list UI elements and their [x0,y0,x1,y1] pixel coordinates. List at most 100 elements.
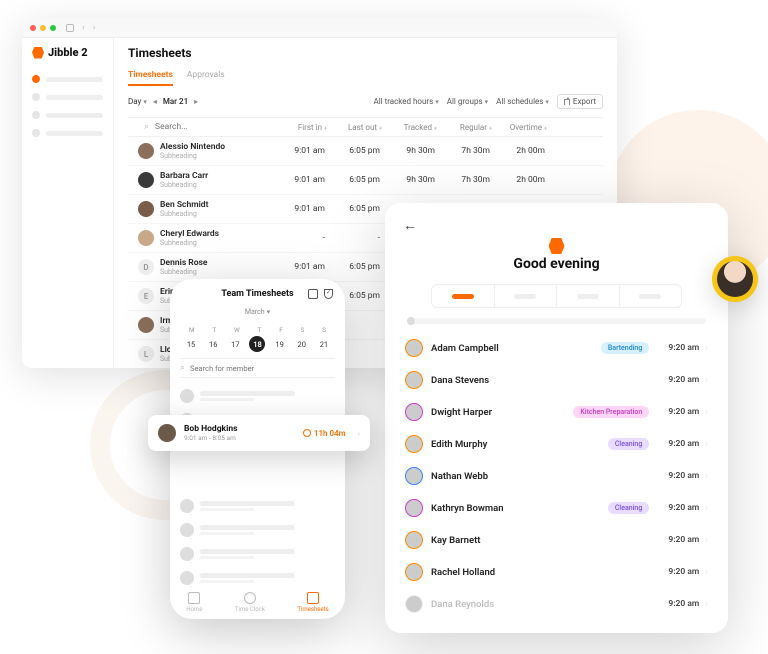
weekday-label: M [189,326,195,334]
back-button[interactable]: ← [403,217,710,234]
member-row[interactable]: Kathryn BowmanCleaning9:20 am› [403,492,710,524]
avatar [138,143,154,159]
tab-approvals[interactable]: Approvals [187,70,225,86]
segment-2[interactable] [495,285,558,307]
list-item[interactable] [180,566,335,590]
cell-first-in: 9:01 am [270,262,325,272]
member-name: Rachel Holland [431,567,657,578]
col-tracked[interactable]: Tracked♦ [382,123,437,132]
clock-icon [303,429,311,437]
shield-check-icon[interactable] [324,289,333,299]
date-cell[interactable]: 21 [316,336,332,352]
table-row[interactable]: Barbara CarrSubheading9:01 am6:05 pm9h 3… [128,166,603,195]
traffic-light-close-icon[interactable] [30,25,36,31]
date-next-icon[interactable]: ▸ [194,97,198,106]
member-name: Nathan Webb [431,471,657,482]
col-last-out[interactable]: Last out♦ [327,123,382,132]
member-row[interactable]: Adam CampbellBartending9:20 am› [403,332,710,364]
member-time: 9:20 am [657,535,699,545]
filter-groups[interactable]: All groups▾ [447,97,488,106]
nav-time-clock[interactable]: Time Clock [235,592,265,613]
date-cell[interactable]: 20 [294,336,310,352]
sidebar-item[interactable] [32,129,103,137]
export-icon [564,99,570,105]
phone-bottom-nav: Home Time Clock Timesheets [170,592,345,613]
chevron-right-icon: › [705,503,708,513]
search-input[interactable] [155,122,266,132]
date-cell[interactable]: 18 [249,336,265,352]
logo-text: Jibble 2 [48,46,88,59]
sidebar-item[interactable] [32,75,103,83]
member-row[interactable]: Edith MurphyCleaning9:20 am› [403,428,710,460]
chevron-right-icon: › [705,471,708,481]
progress-bar [407,318,706,324]
filter-hours[interactable]: All tracked hours▾ [374,97,439,106]
tab-timesheets[interactable]: Timesheets [128,70,173,86]
chevron-right-icon: › [705,407,708,417]
member-name: Kathryn Bowman [431,503,608,514]
date-cell[interactable]: 17 [227,336,243,352]
nav-home[interactable]: Home [186,592,202,613]
member-row[interactable]: Dana Stevens9:20 am› [403,364,710,396]
col-overtime[interactable]: Overtime♦ [492,123,547,132]
person-name: Dennis Rose [160,258,270,268]
weekday-label: F [279,326,283,334]
sidebar-toggle-icon[interactable] [66,24,74,32]
member-row[interactable]: Nathan Webb9:20 am› [403,460,710,492]
member-row[interactable]: Kay Barnett9:20 am› [403,524,710,556]
greeting-text: Good evening [403,256,710,272]
segment-4[interactable] [620,285,682,307]
avatar [138,201,154,217]
list-item[interactable] [180,384,335,408]
date-label[interactable]: Mar 21 [163,97,188,106]
segment-3[interactable] [557,285,620,307]
sidebar-item[interactable] [32,93,103,101]
filter-schedules[interactable]: All schedules▾ [496,97,549,106]
traffic-light-max-icon[interactable] [50,25,56,31]
segment-control [431,284,682,308]
sidebar-item[interactable] [32,111,103,119]
date-cell[interactable]: 15 [183,336,199,352]
member-name: Dwight Harper [431,407,573,418]
tabs: Timesheets Approvals [128,70,603,86]
traffic-light-min-icon[interactable] [40,25,46,31]
date-cell[interactable]: 16 [205,336,221,352]
cell-regular: 7h 30m [435,175,490,185]
segment-1[interactable] [432,285,495,307]
range-select[interactable]: Day▾ [128,97,147,106]
chevron-right-icon: › [705,343,708,353]
cell-last-out: 6:05 pm [325,262,380,272]
member-time: 9:20 am [657,503,699,513]
member-row[interactable]: Dana Reynolds9:20 am› [403,588,710,620]
person-sub: Subheading [160,181,270,189]
floating-avatar[interactable] [712,256,758,302]
avatar [717,261,753,297]
date-prev-icon[interactable]: ◂ [153,97,157,106]
avatar [158,424,176,442]
nav-timesheets[interactable]: Timesheets [297,592,328,613]
cell-regular: 7h 30m [435,146,490,156]
col-first-in[interactable]: First in♦ [272,123,327,132]
list-item[interactable] [180,518,335,542]
phone-month-select[interactable]: March▾ [245,308,270,316]
nav-fwd-icon[interactable]: › [93,23,96,33]
member-list: Adam CampbellBartending9:20 am›Dana Stev… [403,332,710,620]
cell-last-out: 6:05 pm [325,175,380,185]
export-button[interactable]: Export [557,94,603,109]
activity-badge: Bartending [601,342,649,354]
weekday-label: S [322,326,326,334]
list-item[interactable] [180,494,335,518]
app-logo: Jibble 2 [32,46,103,59]
list-item[interactable] [180,542,335,566]
phone-search-input[interactable] [190,364,335,373]
member-row[interactable]: Rachel Holland9:20 am› [403,556,710,588]
member-row[interactable]: Dwight HarperKitchen Preparation9:20 am› [403,396,710,428]
member-time: 9:20 am [657,439,699,449]
date-cell[interactable]: 19 [272,336,288,352]
member-popout-card[interactable]: Bob Hodgkins 9:01 am - 8:05 am 11h 04m › [148,415,370,451]
nav-back-icon[interactable]: ‹ [82,23,85,33]
search-icon: ⌕ [180,363,185,373]
calendar-icon[interactable] [308,289,318,299]
col-regular[interactable]: Regular♦ [437,123,492,132]
table-row[interactable]: Alessio NintendoSubheading9:01 am6:05 pm… [128,137,603,166]
